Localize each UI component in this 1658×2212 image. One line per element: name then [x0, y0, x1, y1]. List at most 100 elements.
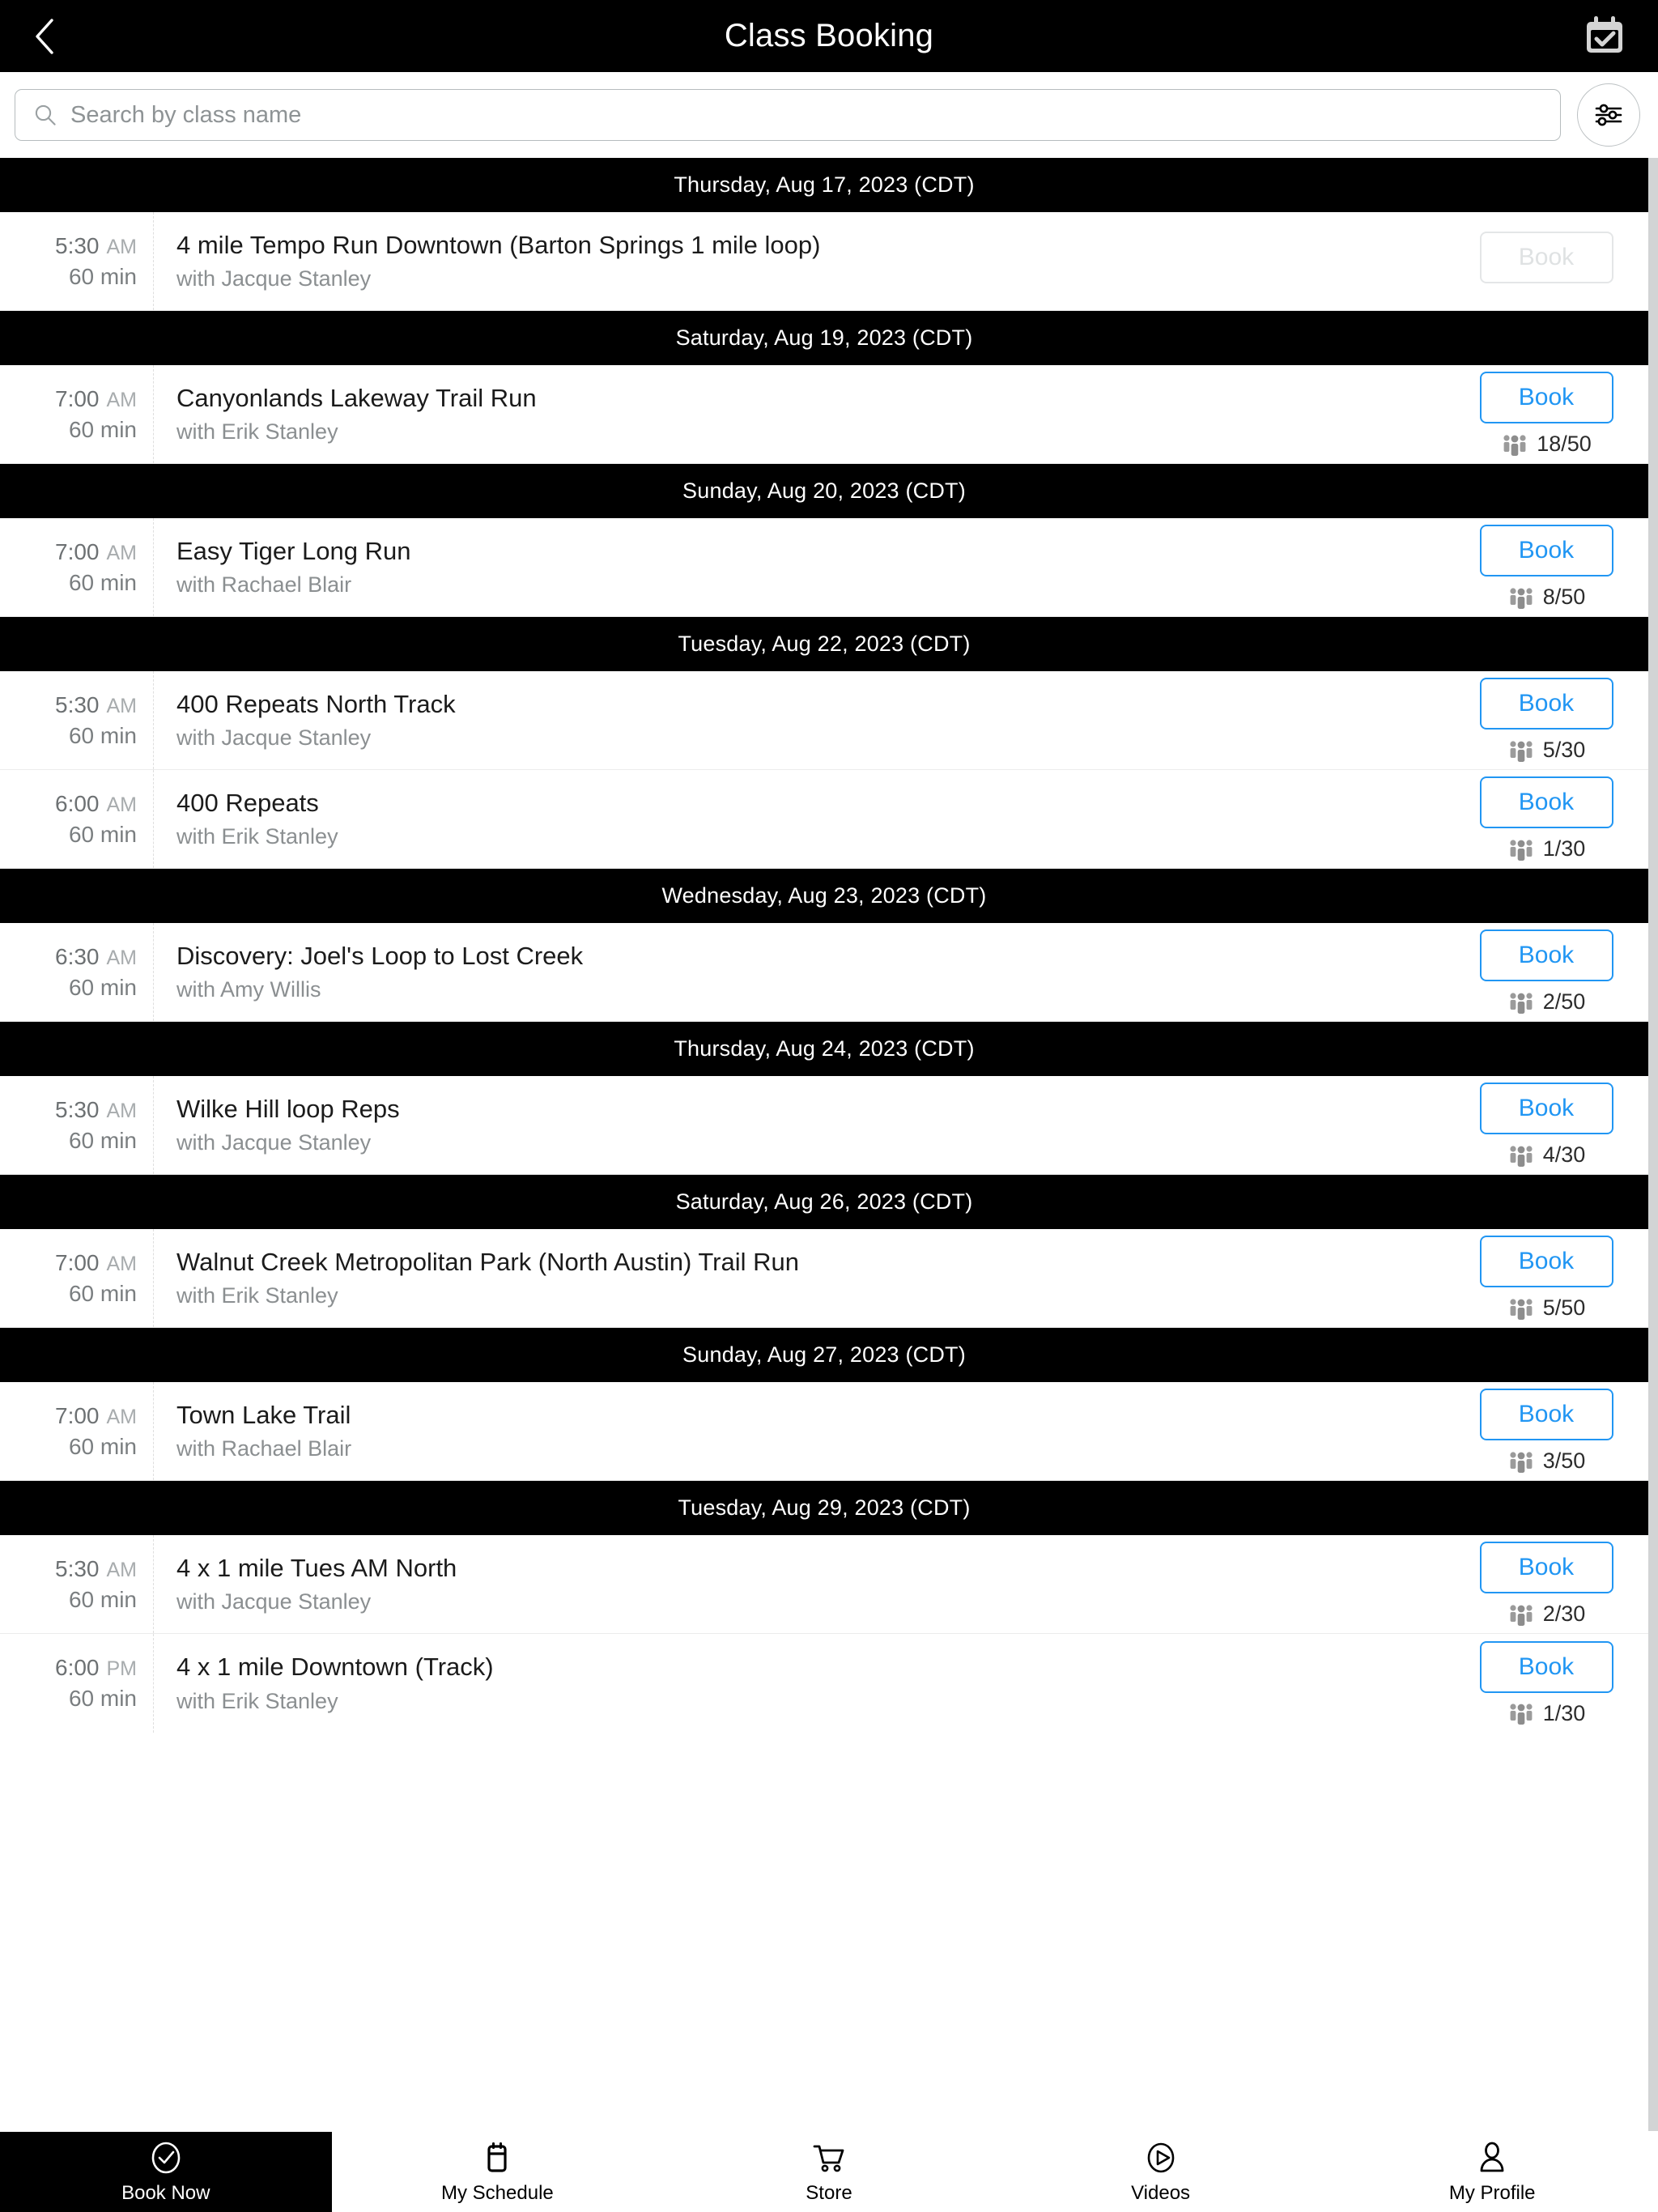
class-name: 4 x 1 mile Tues AM North	[176, 1553, 457, 1582]
class-capacity-value: 2/50	[1542, 989, 1586, 1014]
class-time-value: 5:30	[55, 691, 100, 717]
calendar-button[interactable]	[1572, 0, 1637, 72]
class-row[interactable]: 6:00 PM 60 min 4 x 1 mile Downtown (Track) w…	[0, 1634, 1648, 1733]
class-time-value: 5:30	[55, 1555, 100, 1581]
book-button[interactable]: Book	[1479, 776, 1613, 828]
class-name: 400 Repeats North Track	[176, 689, 456, 718]
class-list[interactable]: Thursday, Aug 17, 2023 (CDT) 5:30 AM 60 min…	[0, 158, 1658, 2131]
people-group-icon	[1510, 587, 1533, 609]
nav-item-store[interactable]: Store	[663, 2132, 995, 2212]
class-list-container: Thursday, Aug 17, 2023 (CDT) 5:30 AM 60 min…	[0, 158, 1658, 2131]
class-time-meridiem: AM	[106, 1099, 138, 1122]
book-button[interactable]: Book	[1479, 525, 1613, 576]
class-row[interactable]: 7:00 AM 60 min Canyonlands Lakeway Trail Ru…	[0, 365, 1648, 464]
class-row[interactable]: 5:30 AM 60 min 400 Repeats North Track with …	[0, 671, 1648, 770]
class-action-column: Book 1/30	[1462, 770, 1648, 868]
list-scrollbar[interactable]	[1648, 158, 1658, 2131]
class-time-value: 7:00	[55, 1402, 100, 1428]
class-capacity: 5/50	[1507, 1295, 1586, 1321]
class-instructor: with Erik Stanley	[176, 1283, 338, 1308]
date-header: Tuesday, Aug 29, 2023 (CDT)	[0, 1481, 1648, 1535]
class-row[interactable]: 7:00 AM 60 min Easy Tiger Long Run with Rach…	[0, 518, 1648, 617]
class-time-column: 7:00 AM 60 min	[0, 1382, 154, 1480]
nav-item-videos[interactable]: Videos	[994, 2132, 1327, 2212]
book-button[interactable]: Book	[1479, 1640, 1613, 1693]
class-capacity: 2/30	[1507, 1602, 1585, 1627]
class-info-column: 4 mile Tempo Run Downtown (Barton Spring…	[154, 212, 1462, 310]
class-action-column: Book 5/50	[1462, 1229, 1648, 1327]
class-capacity-value: 18/50	[1537, 432, 1592, 456]
class-row[interactable]: 5:30 AM 60 min 4 x 1 mile Tues AM North with…	[0, 1535, 1648, 1634]
filter-button[interactable]	[1577, 83, 1640, 147]
class-name: 4 x 1 mile Downtown (Track)	[176, 1653, 494, 1682]
class-time-column: 5:30 AM 60 min	[0, 1076, 154, 1174]
date-header: Saturday, Aug 26, 2023 (CDT)	[0, 1175, 1648, 1229]
nav-item-my-profile[interactable]: My Profile	[1326, 2132, 1658, 2212]
class-info-column: Walnut Creek Metropolitan Park (North Au…	[154, 1229, 1462, 1327]
class-row[interactable]: 6:30 AM 60 min Discovery: Joel's Loop to Lo…	[0, 923, 1648, 1022]
class-time-value: 7:00	[55, 538, 100, 564]
search-input[interactable]	[70, 101, 1542, 129]
book-button[interactable]: Book	[1479, 1083, 1613, 1134]
calendar-check-icon	[1587, 15, 1622, 53]
book-button[interactable]: Book	[1479, 929, 1613, 981]
class-time-meridiem: AM	[106, 946, 138, 969]
people-group-icon	[1510, 1451, 1533, 1473]
class-row[interactable]: 6:00 AM 60 min 400 Repeats with Erik Stanley…	[0, 770, 1648, 869]
class-time: 6:00 PM	[55, 1655, 137, 1681]
class-action-column: Book 2/30	[1462, 1535, 1648, 1633]
class-info-column: Canyonlands Lakeway Trail Run with Erik S…	[154, 365, 1462, 463]
class-row[interactable]: 7:00 AM 60 min Town Lake Trail with Rachael …	[0, 1382, 1648, 1481]
class-capacity: 4/30	[1507, 1142, 1585, 1168]
class-time-meridiem: AM	[106, 793, 138, 816]
class-duration: 60 min	[68, 1280, 137, 1306]
class-row[interactable]: 5:30 AM 60 min Wilke Hill loop Reps with Jac…	[0, 1076, 1648, 1175]
class-capacity-value: 5/50	[1542, 1295, 1586, 1320]
shopping-cart-icon	[813, 2145, 844, 2172]
book-button[interactable]: Book	[1479, 678, 1613, 730]
book-button[interactable]: Book	[1479, 372, 1613, 423]
class-time: 6:30 AM	[55, 944, 137, 970]
nav-item-label: Store	[806, 2181, 852, 2204]
class-name: Walnut Creek Metropolitan Park (North Au…	[176, 1247, 799, 1276]
class-time-value: 6:30	[55, 943, 100, 969]
class-duration: 60 min	[68, 569, 137, 595]
book-button[interactable]: Book	[1479, 1389, 1613, 1440]
search-icon	[35, 104, 56, 125]
search-bar	[0, 72, 1658, 158]
class-duration: 60 min	[68, 416, 137, 442]
book-button[interactable]: Book	[1479, 1236, 1613, 1287]
class-info-column: Easy Tiger Long Run with Rachael Blair	[154, 518, 1462, 616]
class-row[interactable]: 5:30 AM 60 min 4 mile Tempo Run Downtown (B…	[0, 212, 1648, 311]
class-duration: 60 min	[68, 974, 137, 1000]
people-group-icon	[1510, 1604, 1533, 1626]
class-instructor: with Amy Willis	[176, 977, 321, 1002]
class-time: 7:00 AM	[55, 539, 137, 565]
people-group-icon	[1510, 992, 1533, 1014]
class-capacity-value: 1/30	[1542, 1700, 1586, 1725]
class-time-meridiem: AM	[106, 1558, 138, 1581]
book-button[interactable]: Book	[1479, 1542, 1613, 1593]
user-icon	[1480, 2142, 1504, 2172]
class-name: Wilke Hill loop Reps	[176, 1094, 400, 1123]
date-header: Thursday, Aug 17, 2023 (CDT)	[0, 158, 1648, 212]
nav-item-my-schedule[interactable]: My Schedule	[331, 2132, 664, 2212]
class-time-column: 7:00 AM 60 min	[0, 518, 154, 616]
class-name: Easy Tiger Long Run	[176, 536, 411, 565]
class-instructor: with Jacque Stanley	[176, 1589, 372, 1614]
class-time: 7:00 AM	[55, 1403, 137, 1429]
class-capacity-value: 3/50	[1542, 1448, 1586, 1473]
date-header: Sunday, Aug 27, 2023 (CDT)	[0, 1328, 1648, 1382]
class-time: 7:00 AM	[55, 386, 137, 412]
class-duration: 60 min	[68, 1433, 137, 1459]
date-header: Sunday, Aug 20, 2023 (CDT)	[0, 464, 1648, 518]
class-name: 400 Repeats	[176, 788, 319, 817]
nav-item-book-now[interactable]: Book Now	[0, 2132, 332, 2212]
search-field[interactable]	[15, 89, 1561, 141]
class-time-meridiem: AM	[106, 1405, 138, 1428]
date-header: Tuesday, Aug 22, 2023 (CDT)	[0, 617, 1648, 671]
class-instructor: with Rachael Blair	[176, 572, 352, 598]
class-row[interactable]: 7:00 AM 60 min Walnut Creek Metropolitan Pa…	[0, 1229, 1648, 1328]
class-action-column: Book 1/30	[1462, 1634, 1648, 1733]
date-header: Wednesday, Aug 23, 2023 (CDT)	[0, 869, 1648, 923]
